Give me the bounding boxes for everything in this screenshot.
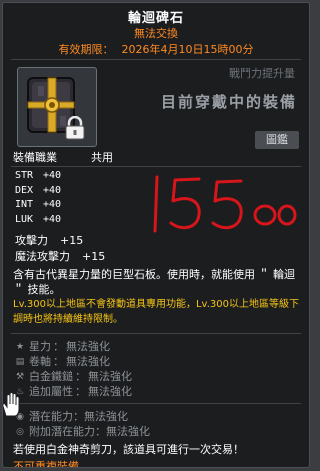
enhancement-value: 無法強化 [66, 355, 110, 368]
stat-row: INT +40 [15, 198, 61, 213]
stat-row: STR +40 [15, 169, 61, 184]
additional-potential-icon: ◎ [16, 426, 24, 437]
attack-row: 攻擊力 +15 [15, 233, 105, 249]
potential-list: ◉ 潛在能力：無法強化 ◎ 附加潛在能力：無法強化 [15, 409, 150, 439]
enhancement-row: ♨ 追加屬性：無法強化 [15, 385, 132, 398]
enhancement-label: 白金鐵鎚 [29, 370, 73, 383]
attack-value: +15 [60, 234, 84, 247]
star-icon: ★ [15, 341, 25, 352]
stat-row: LUK +40 [15, 213, 61, 228]
item-name: 輪迴碑石 [127, 11, 184, 26]
magic-attack-value: +15 [82, 250, 106, 263]
hand-cursor-icon [2, 392, 20, 417]
stat-value: +40 [43, 213, 62, 225]
lock-icon [65, 116, 85, 140]
enhancement-value: 無法強化 [88, 370, 132, 383]
expiry-row: 有效期限： 2026年4月10日15時00分 [3, 41, 309, 57]
magic-attack-key: 魔法攻擊力 [15, 250, 70, 263]
equip-job-value: 共用 [91, 151, 113, 164]
stat-value: +40 [43, 184, 62, 196]
collection-button[interactable]: 圖鑑 [255, 131, 299, 149]
divider [11, 166, 301, 167]
potential-value: 無法強化 [84, 410, 128, 423]
stat-value: +40 [43, 170, 62, 181]
stat-key: STR [15, 170, 34, 181]
enhancement-label: 卷軸 [29, 355, 51, 368]
stat-list: STR +40 DEX +40 INT +40 LUK +40 [15, 169, 61, 227]
stat-value: +40 [43, 199, 62, 210]
potential-row: ◎ 附加潛在能力：無法強化 [16, 425, 150, 438]
attack-key: 攻擊力 [15, 234, 48, 247]
combat-power-label: 戰鬥力提升量 [229, 67, 295, 80]
level-restriction-note: Lv.300以上地區不會發動道具專用功能，Lv.300以上地區等級下調時也將持續… [13, 299, 299, 325]
expiry-label: 有效期限： [58, 43, 114, 56]
enhancement-row: ★ 星力：無法強化 [15, 340, 110, 353]
stat-key: INT [15, 199, 34, 210]
stat-key: LUK [15, 213, 34, 225]
enhancement-value: 無法強化 [66, 340, 110, 353]
enhancement-label: 追加屬性 [29, 385, 73, 398]
enhancement-label: 星力 [29, 340, 51, 353]
expiry-value: 2026年4月10日15時00分 [121, 43, 254, 56]
additional-potential-value: 無法強化 [106, 425, 150, 438]
enhancement-row: ▤ 卷軸：無法強化 [15, 355, 110, 368]
stat-row: DEX +40 [15, 184, 61, 199]
untradeable-label: 無法交換 [134, 27, 178, 40]
potential-label: 潛在能力 [29, 410, 73, 423]
enhancement-value: 無法強化 [88, 385, 132, 398]
stat-key: DEX [15, 184, 34, 196]
divider [11, 59, 301, 60]
divider [11, 333, 301, 334]
attack-list: 攻擊力 +15 魔法攻擊力 +15 [15, 233, 105, 265]
item-icon-frame [17, 67, 97, 147]
item-tooltip: 輪迴碑石 無法交換 有效期限： 2026年4月10日15時00分 戰鬥力提升量 目… [2, 2, 310, 468]
equip-job-row: 裝備職業 共用 [13, 149, 113, 165]
additional-potential-label: 附加潛在能力 [29, 425, 95, 438]
potential-row: ◉ 潛在能力：無法強化 [16, 410, 128, 423]
enhancement-row: ⚒ 白金鐵鎚：無法強化 [15, 370, 132, 383]
enhancement-list: ★ 星力：無法強化 ▤ 卷軸：無法強化 ⚒ 白金鐵鎚：無法強化 ♨ 追加屬性：無法強化 [15, 339, 132, 399]
currently-equipped-label: 目前穿戴中的裝備 [160, 93, 297, 111]
magic-attack-row: 魔法攻擊力 +15 [15, 249, 105, 265]
scroll-icon: ▤ [15, 356, 25, 367]
platinum-scissors-note: 若使用白金神奇剪刀，該道具可進行一次交易！ [13, 443, 244, 456]
handwritten-annotation: 1550 [153, 175, 297, 233]
divider [11, 403, 301, 404]
item-description: 含有古代異星力量的巨型石板。使用時，就能使用 ＂ 輪迴 ＂ 技能。 [13, 268, 295, 296]
equip-job-label: 裝備職業 [13, 151, 57, 164]
no-duplicate-equip-label: 不可重複裝備 [13, 460, 79, 468]
hammer-icon: ⚒ [15, 371, 25, 382]
